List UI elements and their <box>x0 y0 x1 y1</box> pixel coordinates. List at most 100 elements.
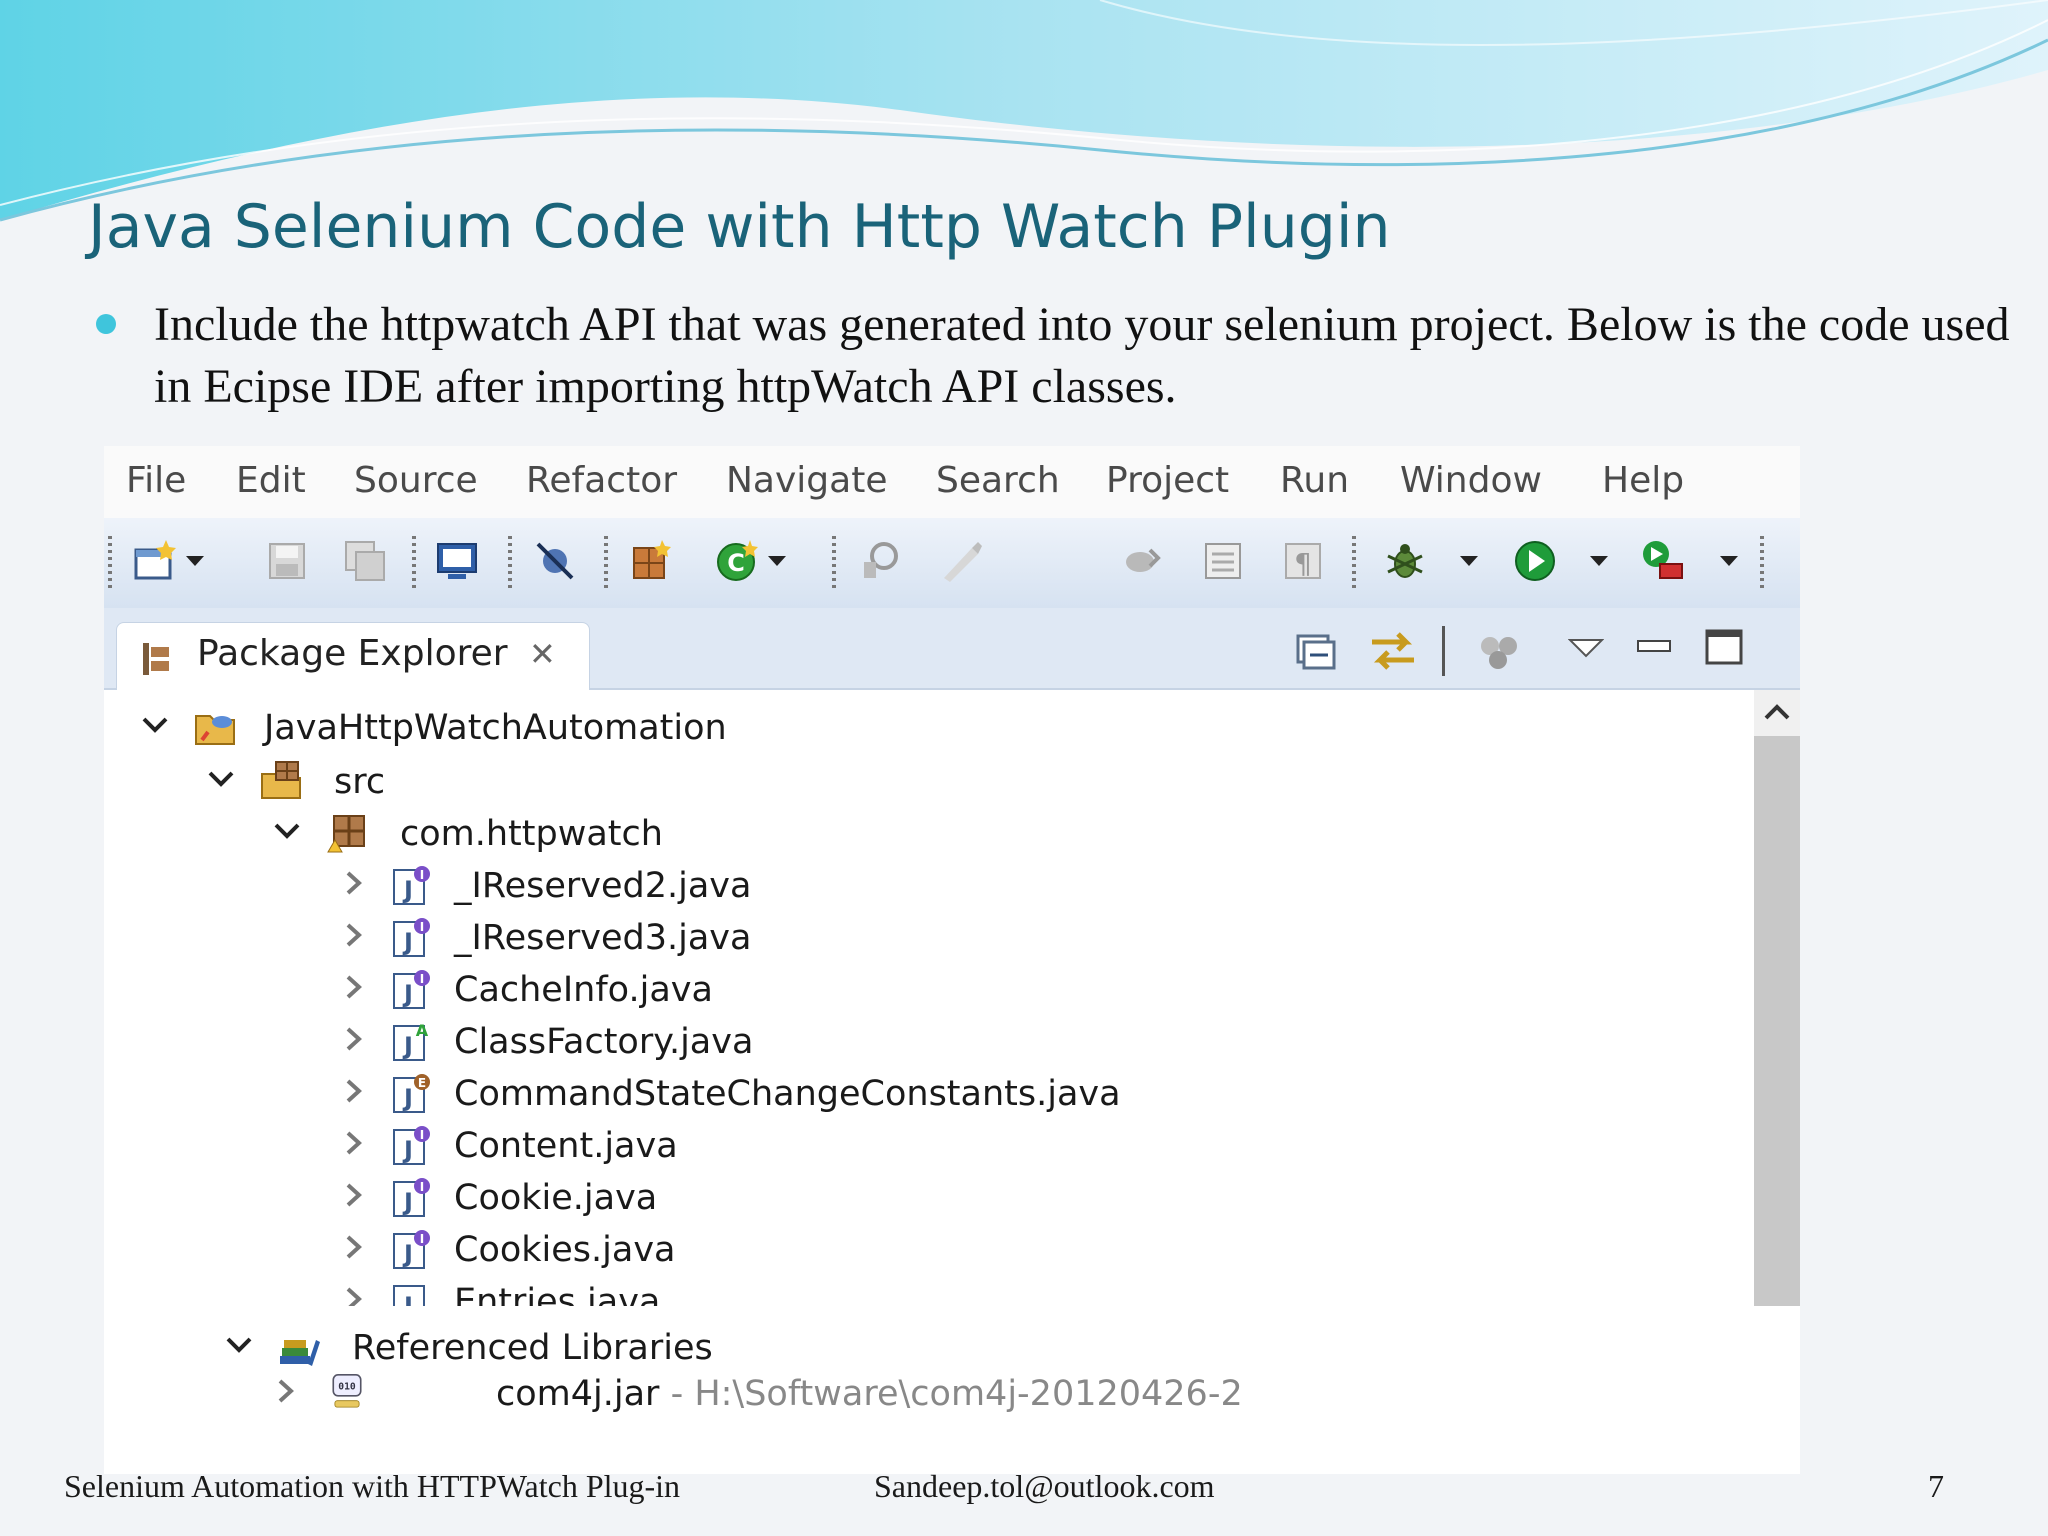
show-whitespace-icon[interactable]: ¶ <box>1280 538 1326 584</box>
svg-text:C: C <box>727 549 745 577</box>
package-explorer-header: Package Explorer ✕ <box>104 608 1800 691</box>
toolbar-separator <box>1352 536 1356 588</box>
run-icon[interactable] <box>1512 538 1558 584</box>
run-external-tools-icon[interactable] <box>1640 538 1686 584</box>
chevron-right-icon[interactable] <box>338 1180 368 1210</box>
toggle-mark-icon[interactable] <box>1120 538 1166 584</box>
svg-text:J: J <box>402 1188 413 1216</box>
chevron-down-icon[interactable] <box>140 710 170 740</box>
menu-source[interactable]: Source <box>354 460 478 501</box>
jar-path: - H:\Software\com4j-20120426-2 <box>659 1374 1243 1414</box>
close-icon[interactable]: ✕ <box>529 635 556 673</box>
chevron-right-icon[interactable] <box>338 920 368 950</box>
skip-breakpoints-icon[interactable] <box>532 538 578 584</box>
tree-label: CacheInfo.java <box>454 970 713 1010</box>
svg-text:J: J <box>402 1084 413 1112</box>
svg-text:J: J <box>402 1136 413 1164</box>
open-type-icon[interactable] <box>856 538 902 584</box>
chevron-right-icon[interactable] <box>338 1024 368 1054</box>
package-tree: JavaHttpWatchAutomation src com.httpwatc… <box>104 690 1754 1306</box>
save-all-icon[interactable] <box>342 538 388 584</box>
svg-text:010: 010 <box>338 1381 356 1392</box>
svg-text:I: I <box>420 972 424 986</box>
java-interface-file-icon: J <box>393 1285 425 1306</box>
menu-bar: File Edit Source Refactor Navigate Searc… <box>104 446 1800 518</box>
menu-window[interactable]: Window <box>1400 460 1542 501</box>
eclipse-screenshot: File Edit Source Refactor Navigate Searc… <box>104 446 1800 1306</box>
tab-package-explorer[interactable]: Package Explorer ✕ <box>116 622 590 691</box>
svg-text:J: J <box>402 980 413 1008</box>
library-books-icon <box>280 1340 320 1366</box>
svg-text:J: J <box>402 928 413 956</box>
chevron-right-icon[interactable] <box>338 1128 368 1158</box>
package-explorer-icon <box>143 643 169 675</box>
filters-icon[interactable] <box>1476 632 1524 672</box>
chevron-right-icon[interactable] <box>338 1284 368 1306</box>
tree-label: Referenced Libraries <box>352 1328 713 1368</box>
chevron-right-icon[interactable] <box>338 868 368 898</box>
chevron-down-icon[interactable] <box>206 764 236 794</box>
debug-icon[interactable] <box>1382 538 1428 584</box>
run-dropdown-arrow[interactable] <box>1590 556 1608 566</box>
svg-text:I: I <box>420 1232 424 1246</box>
collapse-all-icon[interactable] <box>1294 632 1338 672</box>
footer-left: Selenium Automation with HTTPWatch Plug-… <box>64 1468 681 1504</box>
toolbar-separator <box>1760 536 1764 588</box>
chevron-right-icon[interactable] <box>270 1376 300 1406</box>
menu-project[interactable]: Project <box>1106 460 1229 501</box>
scroll-up-button[interactable] <box>1754 690 1800 736</box>
save-icon[interactable] <box>264 538 310 584</box>
menu-run[interactable]: Run <box>1280 460 1349 501</box>
chevron-right-icon[interactable] <box>338 1232 368 1262</box>
open-console-icon[interactable] <box>434 538 480 584</box>
tree-label: _IReserved2.java <box>454 866 752 906</box>
java-enum-file-icon: J E <box>393 1074 430 1113</box>
toolbar-separator <box>412 536 416 588</box>
tree-label: Cookie.java <box>454 1178 658 1218</box>
java-interface-file-icon: J I <box>393 1178 430 1217</box>
chevron-down-icon[interactable] <box>272 816 302 846</box>
menu-search[interactable]: Search <box>936 460 1060 501</box>
menu-file[interactable]: File <box>126 460 186 501</box>
page-number: 7 <box>1928 1468 1944 1504</box>
java-interface-file-icon: J I <box>393 866 430 905</box>
tree-label: src <box>334 762 386 802</box>
vertical-scrollbar[interactable] <box>1754 690 1800 1306</box>
svg-text:J: J <box>402 1032 413 1060</box>
link-with-editor-icon[interactable] <box>1366 628 1420 674</box>
new-dropdown-arrow[interactable] <box>186 556 204 566</box>
svg-text:I: I <box>420 1128 424 1142</box>
external-tools-dropdown-arrow[interactable] <box>1720 556 1738 566</box>
chevron-right-icon[interactable] <box>338 1076 368 1106</box>
tree-label: com.httpwatch <box>400 814 663 854</box>
java-interface-file-icon: J I <box>393 918 430 957</box>
view-toolbar-separator <box>1442 626 1445 676</box>
maximize-icon[interactable] <box>1704 628 1744 668</box>
toolbar-separator <box>832 536 836 588</box>
new-java-package-icon[interactable] <box>628 538 674 584</box>
view-menu-icon[interactable] <box>1568 636 1604 660</box>
svg-text:I: I <box>420 868 424 882</box>
main-toolbar: C ¶ <box>104 518 1800 609</box>
tree-label: Content.java <box>454 1126 678 1166</box>
menu-refactor[interactable]: Refactor <box>526 460 677 501</box>
debug-dropdown-arrow[interactable] <box>1460 556 1478 566</box>
pen-icon[interactable] <box>938 538 984 584</box>
svg-text:A: A <box>416 1021 429 1040</box>
chevron-down-icon[interactable] <box>224 1330 254 1360</box>
new-java-class-icon[interactable]: C <box>714 538 760 584</box>
tree-label: Entries.java <box>454 1282 661 1306</box>
menu-edit[interactable]: Edit <box>236 460 306 501</box>
svg-text:E: E <box>418 1076 426 1090</box>
new-wizard-icon[interactable] <box>132 538 178 584</box>
new-class-dropdown-arrow[interactable] <box>768 556 786 566</box>
menu-navigate[interactable]: Navigate <box>726 460 887 501</box>
menu-help[interactable]: Help <box>1602 460 1684 501</box>
chevron-right-icon[interactable] <box>338 972 368 1002</box>
svg-text:J: J <box>402 876 413 904</box>
block-selection-icon[interactable] <box>1200 538 1246 584</box>
jar-file-icon: 010 <box>332 1374 362 1408</box>
bullet-marker <box>96 314 116 334</box>
tree-label: JavaHttpWatchAutomation <box>264 708 727 748</box>
minimize-icon[interactable] <box>1636 638 1672 654</box>
